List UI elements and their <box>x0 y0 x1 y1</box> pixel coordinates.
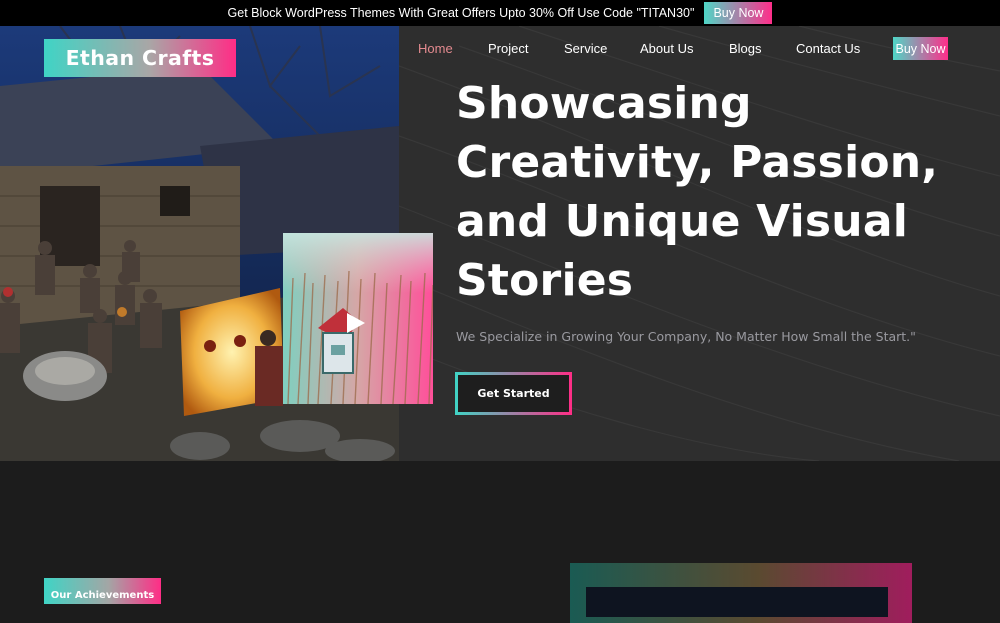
hero-headline-line: Stories <box>456 255 634 306</box>
main-nav: Home Project Service About Us Blogs Cont… <box>418 41 860 56</box>
hero-headline-line: Showcasing <box>456 78 752 129</box>
nav-item-project[interactable]: Project <box>488 41 564 56</box>
achievements-badge: Our Achievements <box>44 578 161 604</box>
hero-section: Ethan Crafts Home Project Service About … <box>0 26 1000 461</box>
nav-buy-now-button[interactable]: Buy Now <box>893 37 948 60</box>
site-logo[interactable]: Ethan Crafts <box>44 39 236 77</box>
get-started-button[interactable]: Get Started <box>455 372 572 415</box>
nav-item-about-us[interactable]: About Us <box>640 41 729 56</box>
promo-bar: Get Block WordPress Themes With Great Of… <box>0 0 1000 26</box>
nav-item-blogs[interactable]: Blogs <box>729 41 796 56</box>
hero-headline-line: and Unique Visual <box>456 196 908 247</box>
achievements-section: Our Achievements <box>0 461 1000 623</box>
get-started-label: Get Started <box>458 375 569 412</box>
nav-item-home[interactable]: Home <box>418 41 488 56</box>
video-thumbnail[interactable] <box>283 233 433 404</box>
achievements-image <box>586 587 888 617</box>
promo-buy-button[interactable]: Buy Now <box>704 2 773 24</box>
hero-headline: Showcasing Creativity, Passion, and Uniq… <box>456 74 976 310</box>
hero-subtext: We Specialize in Growing Your Company, N… <box>456 329 916 344</box>
nav-item-contact-us[interactable]: Contact Us <box>796 41 860 56</box>
hero-headline-line: Creativity, Passion, <box>456 137 939 188</box>
promo-text: Get Block WordPress Themes With Great Of… <box>227 6 695 20</box>
nav-item-service[interactable]: Service <box>564 41 640 56</box>
